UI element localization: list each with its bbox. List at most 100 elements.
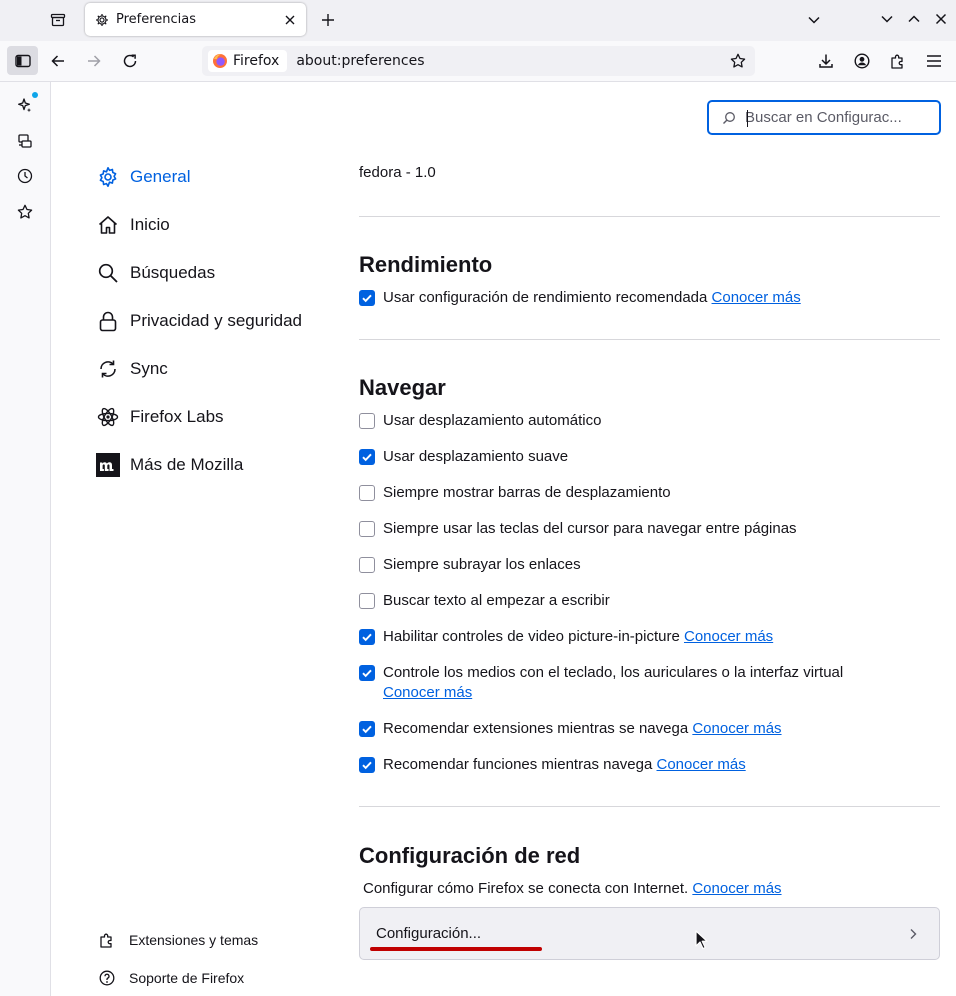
bookmarks-button[interactable] xyxy=(13,200,37,224)
account-icon xyxy=(854,53,870,69)
close-tab-button[interactable] xyxy=(277,7,303,33)
checkbox-checked[interactable] xyxy=(359,721,375,737)
addons-link[interactable]: Extensiones y temas xyxy=(98,929,258,951)
checkbox-checked[interactable] xyxy=(359,290,375,306)
search-icon xyxy=(96,261,120,285)
checkbox-checked[interactable] xyxy=(359,629,375,645)
search-icon xyxy=(721,110,737,126)
checkmark-icon xyxy=(362,725,372,734)
network-description-row: Configurar cómo Firefox se conecta con I… xyxy=(363,879,782,899)
annotation-underline xyxy=(370,947,542,951)
section-heading-browsing: Navegar xyxy=(359,375,446,400)
option-recommended-performance[interactable]: Usar configuración de rendimiento recome… xyxy=(359,288,801,308)
checkbox-unchecked[interactable] xyxy=(359,593,375,609)
preferences-search[interactable] xyxy=(707,100,941,135)
learn-more-link[interactable]: Conocer más xyxy=(684,627,773,647)
list-all-tabs-button[interactable] xyxy=(802,8,826,32)
category-label: Búsquedas xyxy=(130,263,216,282)
option-picture-in-picture[interactable]: Habilitar controles de video picture-in-… xyxy=(359,627,773,647)
firefox-view-button[interactable] xyxy=(46,8,70,32)
help-icon xyxy=(98,969,116,987)
learn-more-link[interactable]: Conocer más xyxy=(692,719,781,739)
option-label: Buscar texto al empezar a escribir xyxy=(383,592,610,609)
option-search-on-typing[interactable]: Buscar texto al empezar a escribir xyxy=(359,591,610,611)
option-label: Usar desplazamiento automático xyxy=(383,412,602,429)
search-input[interactable] xyxy=(745,109,935,126)
learn-more-link[interactable]: Conocer más xyxy=(657,755,746,775)
back-button[interactable] xyxy=(46,49,70,73)
section-heading-network: Configuración de red xyxy=(359,843,581,868)
window-close-button[interactable] xyxy=(930,8,952,30)
checkmark-icon xyxy=(362,761,372,770)
option-label: Siempre subrayar los enlaces xyxy=(383,556,581,573)
hamburger-menu-icon xyxy=(927,55,941,67)
option-recommend-features[interactable]: Recomendar funciones mientras navega Con… xyxy=(359,755,746,775)
option-smooth-scroll[interactable]: Usar desplazamiento suave xyxy=(359,447,568,467)
plus-icon xyxy=(322,14,334,26)
option-autoscroll[interactable]: Usar desplazamiento automático xyxy=(359,411,601,431)
category-firefox-labs[interactable]: Firefox Labs xyxy=(96,402,224,432)
learn-more-link[interactable]: Conocer más xyxy=(383,683,472,703)
account-button[interactable] xyxy=(850,49,874,73)
checkmark-icon xyxy=(362,453,372,462)
divider xyxy=(359,339,940,340)
category-label: Más de Mozilla xyxy=(130,455,244,474)
option-always-show-scrollbars[interactable]: Siempre mostrar barras de desplazamiento xyxy=(359,483,671,503)
app-menu-button[interactable] xyxy=(922,49,946,73)
extensions-button[interactable] xyxy=(886,49,910,73)
category-general[interactable]: General xyxy=(96,162,190,192)
history-button[interactable] xyxy=(13,164,37,188)
checkbox-checked[interactable] xyxy=(359,665,375,681)
category-search[interactable]: Búsquedas xyxy=(96,258,215,288)
category-home[interactable]: Inicio xyxy=(96,210,170,240)
puzzle-icon xyxy=(891,54,903,69)
sidebar-toggle-button[interactable] xyxy=(7,46,38,75)
checkbox-checked[interactable] xyxy=(359,449,375,465)
option-caret-browsing[interactable]: Siempre usar las teclas del cursor para … xyxy=(359,519,797,539)
bookmark-button[interactable] xyxy=(726,49,750,73)
tab-preferences[interactable]: Preferencias xyxy=(85,3,306,36)
home-icon xyxy=(96,213,120,237)
checkbox-unchecked[interactable] xyxy=(359,413,375,429)
checkbox-unchecked[interactable] xyxy=(359,521,375,537)
divider xyxy=(359,216,940,217)
option-recommend-extensions[interactable]: Recomendar extensiones mientras se naveg… xyxy=(359,719,782,739)
mouse-pointer-icon xyxy=(695,930,708,950)
identity-label: Firefox xyxy=(233,53,280,69)
option-underline-links[interactable]: Siempre subrayar los enlaces xyxy=(359,555,581,575)
mozilla-icon xyxy=(96,453,120,477)
checkmark-icon xyxy=(362,669,372,678)
identity-box[interactable]: Firefox xyxy=(208,50,288,72)
forward-button[interactable] xyxy=(82,49,106,73)
learn-more-link[interactable]: Conocer más xyxy=(692,879,781,899)
checkbox-checked[interactable] xyxy=(359,757,375,773)
reload-button[interactable] xyxy=(118,49,142,73)
downloads-button[interactable] xyxy=(814,49,838,73)
url-bar[interactable]: Firefox about:preferences xyxy=(202,46,755,76)
support-link[interactable]: Soporte de Firefox xyxy=(98,967,244,989)
sidebar-launcher xyxy=(0,82,51,996)
option-media-control[interactable]: Controle los medios con el teclado, los … xyxy=(359,663,843,703)
option-label: Recomendar extensiones mientras se naveg… xyxy=(383,720,689,737)
category-privacy[interactable]: Privacidad y seguridad xyxy=(96,306,302,336)
synced-tabs-button[interactable] xyxy=(13,129,37,153)
option-label: Recomendar funciones mientras navega xyxy=(383,756,653,773)
category-label: General xyxy=(130,167,191,186)
learn-more-link[interactable]: Conocer más xyxy=(712,288,801,308)
window-minimize-button[interactable] xyxy=(876,8,898,30)
addons-label: Extensiones y temas xyxy=(129,932,259,948)
window-maximize-button[interactable] xyxy=(903,8,925,30)
chevron-right-icon xyxy=(905,926,921,942)
checkbox-unchecked[interactable] xyxy=(359,485,375,501)
new-tab-button[interactable] xyxy=(316,8,340,32)
url-text[interactable]: about:preferences xyxy=(296,53,726,69)
arrow-right-icon xyxy=(88,55,101,67)
category-label: Sync xyxy=(130,359,168,378)
checkbox-unchecked[interactable] xyxy=(359,557,375,573)
category-more-from-mozilla[interactable]: Más de Mozilla xyxy=(96,450,243,480)
connection-settings-button[interactable]: Configuración... xyxy=(359,907,940,960)
synced-tabs-icon xyxy=(18,134,32,148)
arrow-left-icon xyxy=(51,55,64,67)
option-label: Habilitar controles de video picture-in-… xyxy=(383,628,680,645)
category-sync[interactable]: Sync xyxy=(96,354,168,384)
